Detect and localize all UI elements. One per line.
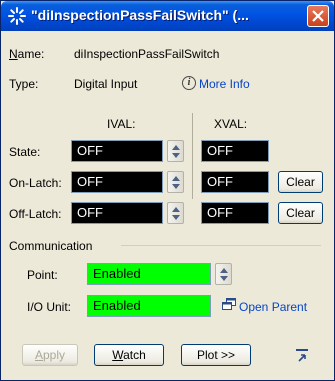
- spinner-icon: [8, 7, 26, 25]
- state-ival-field[interactable]: OFF: [71, 140, 163, 162]
- type-value: Digital Input: [74, 77, 138, 91]
- off-latch-label: Off-Latch:: [9, 207, 62, 221]
- state-xval-field[interactable]: OFF: [201, 140, 269, 162]
- name-label: Name:: [9, 47, 45, 61]
- io-unit-status-field[interactable]: Enabled: [87, 295, 211, 317]
- off-latch-ival-field[interactable]: OFF: [71, 202, 163, 224]
- ival-header: IVAL:: [107, 117, 136, 131]
- apply-button[interactable]: Apply: [22, 344, 78, 366]
- on-latch-label: On-Latch:: [9, 176, 62, 190]
- on-latch-clear-button[interactable]: Clear: [278, 171, 323, 193]
- point-spinner[interactable]: [215, 263, 232, 285]
- io-unit-label: I/O Unit:: [27, 300, 72, 314]
- close-icon: [312, 10, 324, 22]
- on-latch-ival-field[interactable]: OFF: [71, 171, 163, 193]
- column-divider: [192, 113, 193, 199]
- plot-button[interactable]: Plot >>: [181, 344, 251, 366]
- more-info-link[interactable]: More Info: [199, 77, 250, 91]
- close-button[interactable]: [307, 5, 329, 27]
- open-parent-icon[interactable]: [222, 298, 236, 310]
- state-ival-spinner[interactable]: [167, 140, 184, 162]
- state-label: State:: [9, 145, 41, 159]
- collapse-icon[interactable]: [295, 348, 309, 362]
- window-title: "diInspectionPassFailSwitch" (...: [31, 7, 249, 23]
- xval-header: XVAL:: [214, 117, 248, 131]
- open-parent-link[interactable]: Open Parent: [239, 300, 307, 314]
- point-status-field[interactable]: Enabled: [87, 263, 211, 285]
- group-divider: [121, 245, 321, 246]
- point-label: Point:: [27, 268, 58, 282]
- off-latch-ival-spinner[interactable]: [167, 202, 184, 224]
- watch-button[interactable]: Watch: [94, 344, 164, 366]
- info-icon[interactable]: i: [182, 76, 196, 90]
- on-latch-xval-field[interactable]: OFF: [201, 171, 269, 193]
- on-latch-ival-spinner[interactable]: [167, 171, 184, 193]
- off-latch-xval-field[interactable]: OFF: [201, 202, 269, 224]
- dialog-window: "diInspectionPassFailSwitch" (... Name: …: [0, 0, 335, 381]
- title-bar[interactable]: "diInspectionPassFailSwitch" (...: [1, 1, 334, 31]
- name-value: diInspectionPassFailSwitch: [74, 47, 220, 61]
- communication-group-label: Communication: [9, 239, 93, 253]
- type-label: Type:: [9, 77, 39, 91]
- off-latch-clear-button[interactable]: Clear: [278, 202, 323, 224]
